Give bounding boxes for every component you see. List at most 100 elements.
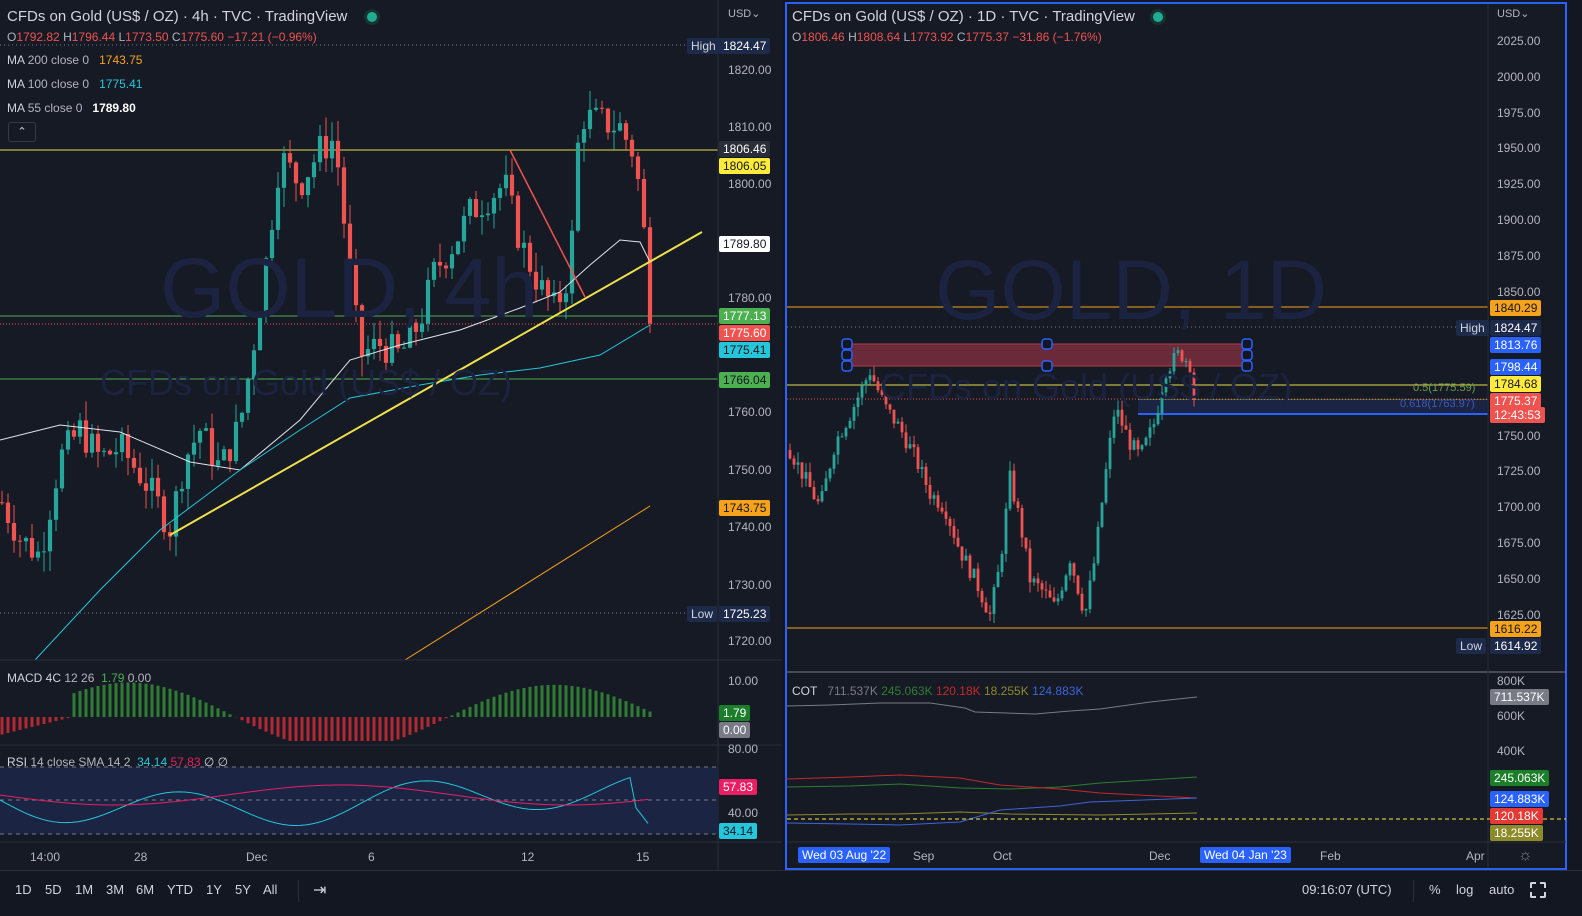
candle — [1060, 590, 1064, 599]
candle — [1044, 589, 1048, 591]
candle — [872, 375, 876, 382]
cot-value: 711.537K — [827, 684, 878, 698]
log-toggle[interactable]: log — [1456, 882, 1473, 897]
candle — [932, 495, 936, 499]
candle — [936, 495, 940, 508]
price-badge-countdown: 12:43:53 — [1490, 407, 1545, 423]
auto-toggle[interactable]: auto — [1489, 882, 1514, 897]
candle — [952, 526, 956, 538]
c-label: C — [956, 30, 966, 44]
time-label: Feb — [1320, 849, 1341, 863]
candle — [1104, 469, 1108, 503]
resize-handle — [841, 338, 853, 350]
time-label: Oct — [993, 849, 1012, 863]
candle — [944, 511, 948, 519]
cot-axis-tick: 800K — [1497, 674, 1526, 688]
candle — [996, 571, 1000, 588]
candle — [988, 612, 992, 614]
clock-utc[interactable]: 09:16:07 (UTC) — [1302, 882, 1392, 897]
candle — [976, 568, 980, 592]
candle — [1136, 440, 1140, 450]
candle — [840, 436, 844, 438]
candle — [1116, 409, 1120, 417]
candle — [1112, 416, 1116, 438]
cot-badge: 120.18K — [1490, 808, 1543, 824]
candle — [1176, 350, 1180, 353]
resize-handle — [841, 360, 853, 372]
crosshair-date-start: Wed 03 Aug '22 — [798, 847, 891, 863]
cot-badge: 711.537K — [1490, 689, 1549, 705]
candle — [928, 484, 932, 499]
candle — [924, 466, 928, 485]
range-button-1m[interactable]: 1M — [75, 882, 93, 897]
candle — [836, 436, 840, 455]
resize-handle — [1041, 338, 1053, 350]
range-button-6m[interactable]: 6M — [136, 882, 154, 897]
range-button-1y[interactable]: 1Y — [206, 882, 222, 897]
range-button-5d[interactable]: 5D — [45, 882, 62, 897]
range-button-ytd[interactable]: YTD — [167, 882, 193, 897]
candle — [808, 472, 812, 488]
candle — [1092, 563, 1096, 581]
range-button-all[interactable]: All — [263, 882, 277, 897]
fullscreen-icon[interactable] — [1530, 882, 1546, 898]
chart-settings-gear-icon[interactable]: ☼ — [1518, 847, 1533, 865]
goto-date-icon[interactable]: ⇥ — [313, 880, 326, 900]
percent-toggle[interactable]: % — [1429, 882, 1441, 897]
price-tick: 1925.00 — [1497, 177, 1541, 191]
candle — [848, 420, 852, 428]
price-tick: 1900.00 — [1497, 213, 1541, 227]
cot-value: 18.255K — [984, 684, 1029, 698]
cot-value: 120.18K — [935, 684, 981, 698]
candle — [1064, 575, 1068, 591]
candle — [796, 462, 800, 465]
resize-handle — [1241, 349, 1253, 361]
candle — [1096, 526, 1100, 564]
candle — [1032, 578, 1036, 583]
candle — [1000, 553, 1004, 572]
candle — [820, 491, 824, 502]
right-currency-menu[interactable]: USD⌄ — [1497, 7, 1529, 20]
candle — [968, 555, 972, 578]
fib-level-0-618: 0.618(1763.97) — [1400, 398, 1475, 410]
cot-axis-tick: 400K — [1497, 744, 1526, 758]
cot-label: COT — [792, 684, 818, 698]
candle — [864, 380, 868, 386]
open-value: 1806.46 — [801, 30, 845, 44]
candle — [1012, 470, 1016, 502]
range-button-5y[interactable]: 5Y — [235, 882, 251, 897]
candle — [1120, 409, 1124, 426]
close-value: 1775.37 — [965, 30, 1009, 44]
range-button-3m[interactable]: 3M — [106, 882, 124, 897]
candle — [992, 587, 996, 614]
range-button-1d[interactable]: 1D — [15, 882, 32, 897]
cot-line-total — [786, 696, 1198, 715]
right-chart-canvas[interactable] — [0, 0, 1582, 870]
candle — [804, 472, 808, 479]
candle — [1008, 470, 1012, 509]
crosshair-date-end: Wed 04 Jan '23 — [1200, 847, 1291, 863]
candle — [920, 466, 924, 469]
price-badge-b2: 1813.76 — [1490, 337, 1542, 353]
cot-badge: 18.255K — [1490, 825, 1543, 841]
candle — [1100, 502, 1104, 527]
time-label: Apr — [1466, 849, 1485, 863]
price-tick: 1700.00 — [1497, 500, 1541, 514]
time-label: Dec — [1149, 849, 1171, 863]
candle — [816, 499, 820, 502]
candle — [832, 454, 836, 469]
right-watermark-sub: CFDs on Gold (US$ / OZ) — [880, 366, 1293, 407]
candle — [1152, 424, 1156, 428]
candle — [1072, 563, 1076, 576]
candle — [828, 468, 832, 479]
time-label: Sep — [913, 849, 935, 863]
candle — [904, 432, 908, 449]
right-time-axis[interactable]: Wed 03 Aug '22 Sep Oct Dec Wed 04 Jan '2… — [787, 844, 1487, 868]
candle — [1124, 425, 1128, 430]
candle — [1068, 563, 1072, 576]
low-value: 1773.92 — [910, 30, 954, 44]
price-badge-b4: 1784.68 — [1490, 376, 1542, 392]
candle — [984, 602, 988, 613]
market-open-dot — [1153, 12, 1163, 22]
price-tick: 1950.00 — [1497, 141, 1541, 155]
